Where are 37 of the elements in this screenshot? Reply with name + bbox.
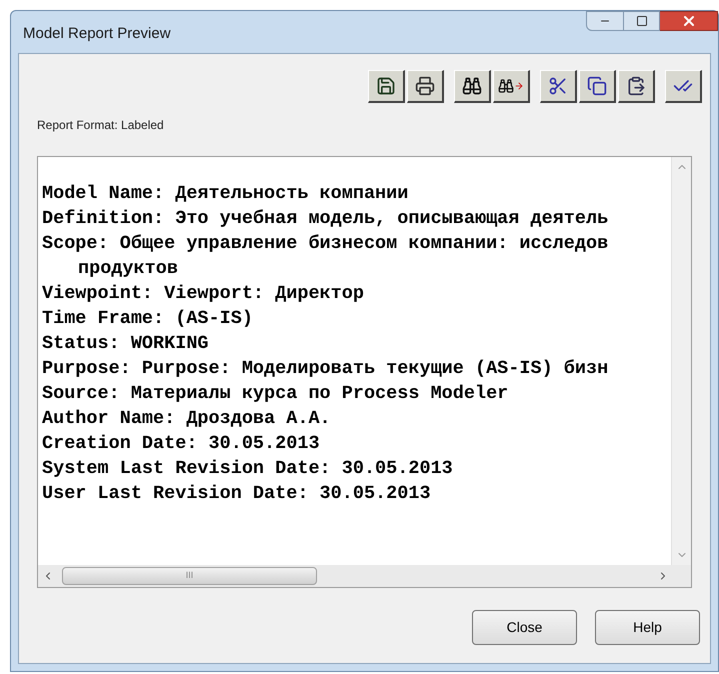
scrollbar-grip: III [186, 569, 194, 582]
paste-icon [626, 76, 646, 96]
report-line: Scope: Общее управление бизнесом компании: исследов [42, 232, 610, 256]
window-title: Model Report Preview [23, 24, 171, 44]
dialog-button[interactable]: Help [595, 610, 700, 645]
toolbar-button[interactable] [493, 70, 530, 103]
report-line: Time Frame: (AS-IS) [42, 307, 254, 331]
report-line: Author Name: Дроздова А.А. [42, 407, 332, 431]
vertical-scrollbar[interactable] [671, 157, 691, 565]
dialog-button[interactable]: Close [472, 610, 577, 645]
toolbar-button[interactable] [618, 70, 655, 103]
close-window-button[interactable] [660, 11, 718, 31]
save-icon [376, 76, 396, 96]
report-line: System Last Revision Date: 30.05.2013 [42, 457, 454, 481]
maximize-button[interactable] [624, 11, 660, 31]
toolbar-button[interactable] [407, 70, 444, 103]
print-icon [415, 76, 435, 96]
report-line: Status: WORKING [42, 332, 210, 356]
report-line: Viewpoint: Viewport: Директор [42, 282, 365, 306]
report-line: Creation Date: 30.05.2013 [42, 432, 321, 456]
report-line: Source: Материалы курса по Process Modeler [42, 382, 510, 406]
cut-icon [548, 76, 568, 96]
find-next-icon [498, 78, 524, 94]
report-line: продуктов [77, 257, 179, 281]
report-line: User Last Revision Date: 30.05.2013 [42, 482, 432, 506]
toolbar-button[interactable] [454, 70, 491, 103]
toolbar-button[interactable] [665, 70, 702, 103]
toolbar-button[interactable] [579, 70, 616, 103]
toolbar-button[interactable] [540, 70, 577, 103]
report-line: Purpose: Purpose: Моделировать текущие (AS-IS) бизн [42, 357, 610, 381]
maximize-icon [636, 15, 648, 27]
binoculars-icon [462, 76, 482, 96]
copy-icon [587, 76, 607, 96]
report-format-label: Report Format: Labeled [37, 117, 165, 134]
report-line: Model Name: Деятельность компании [42, 182, 410, 206]
report-line: Definition: Это учебная модель, описывающая деятель [42, 207, 610, 231]
toolbar-button[interactable] [368, 70, 405, 103]
